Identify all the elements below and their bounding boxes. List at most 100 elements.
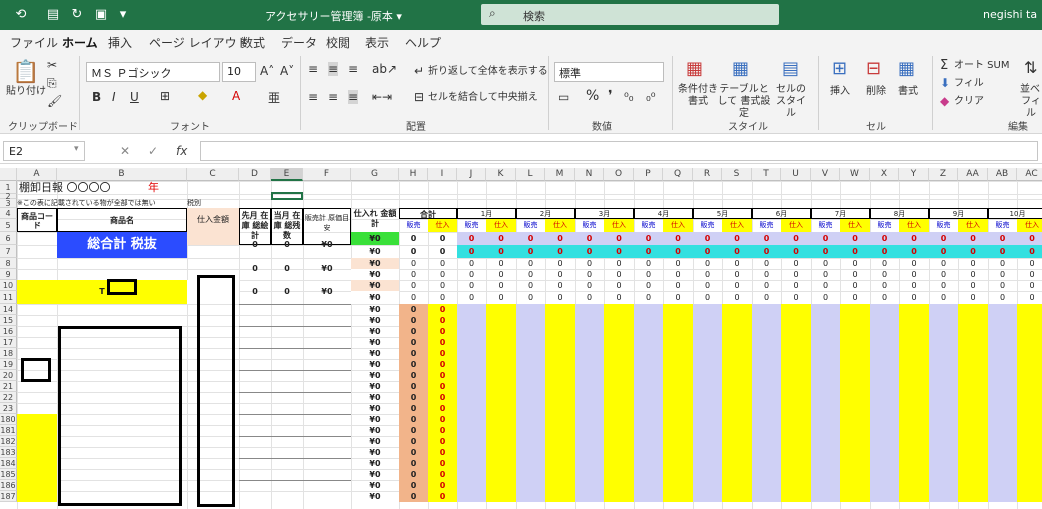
month-cell[interactable] bbox=[752, 425, 781, 436]
purchase-row-total[interactable]: ¥0 bbox=[351, 280, 399, 291]
fill-color-icon[interactable]: ◆ bbox=[198, 88, 207, 102]
row-total-sales[interactable]: 0 bbox=[399, 337, 428, 348]
month-cell[interactable] bbox=[1017, 425, 1042, 436]
month-cell[interactable] bbox=[575, 370, 604, 381]
month-value[interactable]: 0 bbox=[545, 245, 575, 258]
month-cell[interactable] bbox=[457, 348, 486, 359]
month-cell[interactable] bbox=[958, 337, 988, 348]
purchase-row-total[interactable]: ¥0 bbox=[351, 381, 399, 392]
month-cell[interactable] bbox=[811, 370, 840, 381]
month-cell[interactable] bbox=[870, 337, 899, 348]
column-header[interactable]: R bbox=[693, 168, 722, 181]
month-cell[interactable] bbox=[545, 315, 575, 326]
row-total-sales[interactable]: 0 bbox=[399, 403, 428, 414]
row-total-stock[interactable]: 0 bbox=[428, 491, 457, 502]
month-value[interactable]: 0 bbox=[958, 245, 988, 258]
total-stock-value[interactable]: 0 bbox=[428, 232, 457, 245]
month-value[interactable]: 0 bbox=[634, 291, 663, 304]
month-cell[interactable] bbox=[840, 491, 870, 502]
month-value[interactable]: 0 bbox=[929, 269, 958, 280]
month-cell[interactable] bbox=[663, 447, 693, 458]
month-cell[interactable] bbox=[604, 370, 634, 381]
month-cell[interactable] bbox=[1017, 436, 1042, 447]
row-total-stock[interactable]: 0 bbox=[428, 304, 457, 315]
grand-total-purchase[interactable] bbox=[187, 232, 239, 245]
font-color-icon[interactable]: A bbox=[232, 89, 240, 103]
month-cell[interactable] bbox=[722, 480, 752, 491]
month-cell[interactable] bbox=[988, 359, 1017, 370]
month-cell[interactable] bbox=[486, 359, 516, 370]
purchase-row-total[interactable]: ¥0 bbox=[351, 425, 399, 436]
lower-row-block[interactable] bbox=[239, 436, 351, 458]
month-cell[interactable] bbox=[752, 315, 781, 326]
month-cell[interactable] bbox=[693, 359, 722, 370]
column-header[interactable]: W bbox=[840, 168, 870, 181]
month-cell[interactable] bbox=[545, 469, 575, 480]
month-cell[interactable] bbox=[634, 315, 663, 326]
row-total-stock[interactable]: 0 bbox=[428, 315, 457, 326]
month-cell[interactable] bbox=[722, 370, 752, 381]
month-cell[interactable] bbox=[988, 337, 1017, 348]
month-cell[interactable] bbox=[870, 359, 899, 370]
month-value[interactable]: 0 bbox=[811, 269, 840, 280]
month-value[interactable]: 0 bbox=[486, 258, 516, 269]
month-cell[interactable] bbox=[958, 414, 988, 425]
month-cell[interactable] bbox=[899, 425, 929, 436]
purchase-row-total[interactable]: ¥0 bbox=[351, 348, 399, 359]
copy-icon[interactable]: ⎘ bbox=[47, 76, 57, 91]
month-value[interactable]: 0 bbox=[899, 245, 929, 258]
save-icon[interactable]: ▣ bbox=[92, 6, 110, 24]
month-cell[interactable] bbox=[604, 359, 634, 370]
underline-icon[interactable]: U bbox=[130, 90, 139, 104]
month-cell[interactable] bbox=[958, 315, 988, 326]
month-cell[interactable] bbox=[988, 326, 1017, 337]
month-value[interactable]: 0 bbox=[929, 245, 958, 258]
month-cell[interactable] bbox=[988, 491, 1017, 502]
grand-total-label[interactable]: 総合計 税抜 bbox=[57, 232, 187, 258]
month-cell[interactable] bbox=[457, 436, 486, 447]
insert-cells-button[interactable]: 挿入 bbox=[830, 86, 850, 98]
table-format-icon[interactable]: ▦ bbox=[732, 58, 749, 79]
month-cell[interactable] bbox=[575, 304, 604, 315]
month-cell[interactable] bbox=[516, 337, 545, 348]
column-header[interactable]: E bbox=[271, 168, 303, 181]
month-cell[interactable] bbox=[663, 337, 693, 348]
row-total-sales[interactable]: 0 bbox=[399, 304, 428, 315]
month-cell[interactable] bbox=[604, 337, 634, 348]
month-cell[interactable] bbox=[899, 469, 929, 480]
category-block-yellow[interactable] bbox=[17, 414, 57, 502]
month-cell[interactable] bbox=[722, 403, 752, 414]
month-cell[interactable] bbox=[634, 414, 663, 425]
month-cell[interactable] bbox=[545, 326, 575, 337]
customize-qat-icon[interactable]: ▾ bbox=[114, 6, 132, 24]
purchase-row-total[interactable]: ¥0 bbox=[351, 370, 399, 381]
month-cell[interactable] bbox=[604, 392, 634, 403]
month-cell[interactable] bbox=[752, 414, 781, 425]
month-cell[interactable] bbox=[781, 403, 811, 414]
month-value[interactable]: 0 bbox=[457, 280, 486, 291]
tab-data[interactable]: データ bbox=[281, 34, 317, 51]
month-value[interactable]: 0 bbox=[722, 291, 752, 304]
month-cell[interactable] bbox=[752, 304, 781, 315]
month-value[interactable]: 0 bbox=[604, 232, 634, 245]
month-cell[interactable] bbox=[899, 381, 929, 392]
font-size-select[interactable]: 10 bbox=[222, 62, 256, 82]
format-cells-icon[interactable]: ▦ bbox=[898, 58, 915, 79]
month-value[interactable]: 0 bbox=[1017, 258, 1042, 269]
row-total-stock[interactable]: 0 bbox=[428, 348, 457, 359]
month-value[interactable]: 0 bbox=[899, 232, 929, 245]
month-cell[interactable] bbox=[575, 348, 604, 359]
month-cell[interactable] bbox=[752, 381, 781, 392]
month-cell[interactable] bbox=[929, 480, 958, 491]
month-cell[interactable] bbox=[604, 348, 634, 359]
column-header[interactable]: Y bbox=[899, 168, 929, 181]
month-cell[interactable] bbox=[486, 304, 516, 315]
month-value[interactable]: 0 bbox=[575, 245, 604, 258]
month-cell[interactable] bbox=[870, 304, 899, 315]
month-cell[interactable] bbox=[457, 480, 486, 491]
row-total-sales[interactable]: 0 bbox=[399, 326, 428, 337]
month-cell[interactable] bbox=[899, 491, 929, 502]
month-cell[interactable] bbox=[840, 414, 870, 425]
month-cell[interactable] bbox=[604, 480, 634, 491]
month-cell[interactable] bbox=[781, 381, 811, 392]
